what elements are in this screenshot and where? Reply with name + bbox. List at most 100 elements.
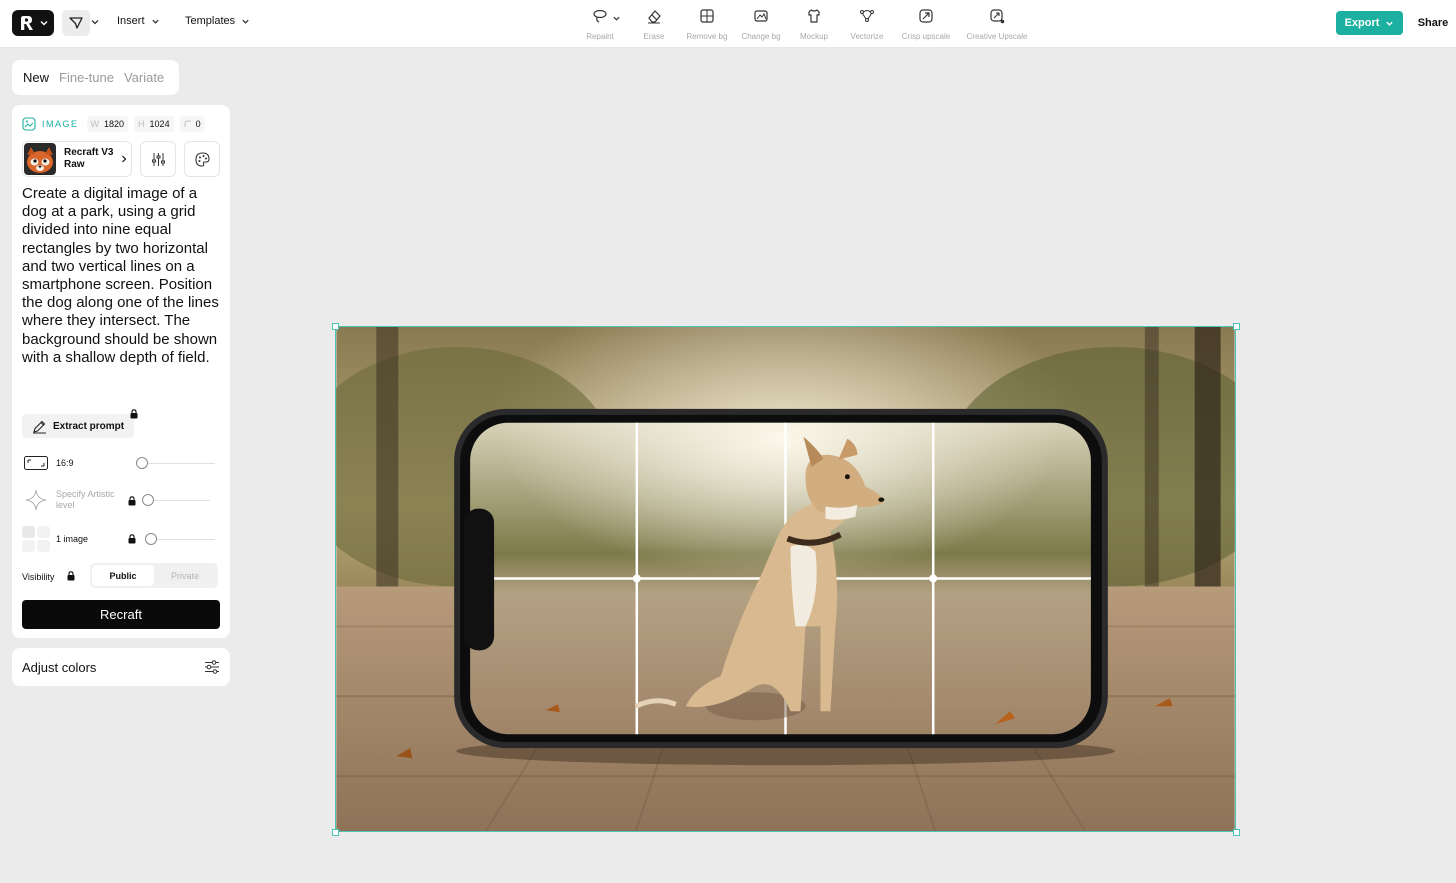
visibility-public-option[interactable]: Public (92, 565, 154, 586)
visibility-private-option[interactable]: Private (154, 565, 216, 586)
upscale-icon (919, 9, 933, 23)
height-value: 1024 (149, 119, 170, 129)
pointer-icon (69, 17, 83, 29)
shirt-icon (808, 9, 820, 23)
extract-prompt-label: Extract prompt (53, 420, 125, 432)
lasso-icon (593, 9, 607, 23)
aspect-ratio-icon (22, 450, 50, 476)
lock-icon (130, 409, 138, 419)
rotation-value: 0 (195, 119, 201, 129)
tab-variate[interactable]: Variate (124, 70, 164, 85)
aspect-ratio-row[interactable]: 16:9 (22, 450, 74, 476)
extract-prompt-button[interactable]: Extract prompt (22, 414, 134, 438)
tool-label: Crisp upscale (901, 32, 951, 41)
pen-icon (33, 420, 46, 433)
image-count-value: 1 image (56, 534, 89, 544)
tab-fine-tune[interactable]: Fine-tune (59, 70, 114, 85)
crisp-upscale-tool[interactable]: Crisp upscale (894, 6, 958, 41)
insert-label: Insert (117, 15, 145, 27)
share-button[interactable]: Share (1410, 11, 1456, 35)
corner-radius-icon (184, 120, 191, 127)
height-field[interactable]: H 1024 (134, 116, 174, 132)
eraser-icon (648, 10, 661, 24)
width-field[interactable]: W 1820 (86, 116, 129, 132)
chevron-down-icon (151, 19, 159, 24)
share-label: Share (1417, 17, 1449, 29)
aspect-ratio-slider-knob[interactable] (136, 457, 148, 469)
image-count-row[interactable]: 1 image (22, 526, 88, 552)
templates-menu[interactable]: Templates (185, 15, 250, 27)
chevron-down-icon (242, 19, 249, 24)
rotation-field[interactable]: 0 (179, 116, 205, 132)
templates-label: Templates (185, 15, 236, 27)
prompt-input[interactable]: Create a digital image of a dog at a par… (22, 185, 220, 367)
recraft-logo-icon (21, 16, 33, 30)
remove-bg-icon (700, 9, 714, 23)
tool-label: Creative Upscale (966, 32, 1028, 41)
adjust-colors-label: Adjust colors (22, 659, 97, 675)
sparkle-icon (22, 487, 50, 513)
export-label: Export (1344, 17, 1380, 29)
adjust-sliders-icon (205, 660, 219, 674)
insert-menu[interactable]: Insert (117, 15, 160, 27)
artistic-level-slider-track[interactable] (148, 500, 210, 501)
image-settings-row: IMAGE W 1820 H 1024 0 (22, 116, 211, 132)
top-toolbar: Insert Templates Repaint Erase Remove bg… (0, 0, 1456, 48)
adjust-colors-section[interactable]: Adjust colors (12, 648, 230, 686)
canvas-generated-image[interactable] (335, 326, 1236, 832)
vector-nodes-icon (860, 10, 874, 22)
height-key: H (138, 119, 145, 129)
image-grid-icon (22, 526, 50, 552)
tool-label: Remove bg (686, 32, 728, 41)
change-bg-icon (754, 10, 768, 22)
lock-icon (128, 496, 136, 506)
resize-handle-bottom-right[interactable] (1233, 829, 1240, 836)
tab-new[interactable]: New (23, 70, 49, 85)
visibility-label: Visibility (22, 572, 55, 582)
chevron-down-icon (1386, 21, 1394, 26)
creative-upscale-tool[interactable]: Creative Upscale (965, 6, 1029, 41)
recraft-label: Recraft (100, 607, 142, 622)
model-thumbnail (24, 143, 56, 175)
chevron-down-icon[interactable] (90, 17, 100, 27)
artistic-level-slider-knob[interactable] (142, 494, 154, 506)
tool-label: Vectorize (850, 32, 884, 41)
palette-icon (194, 151, 210, 167)
lock-icon (128, 534, 136, 544)
tool-label: Repaint (586, 32, 614, 41)
generated-image-dog-phone (336, 327, 1235, 831)
mode-tabs: New Fine-tune Variate (12, 60, 179, 95)
visibility-toggle: Public Private (90, 563, 218, 588)
tool-label: Change bg (741, 32, 781, 41)
chevron-down-icon (40, 21, 48, 26)
tool-label: Mockup (799, 32, 828, 41)
recraft-button[interactable]: Recraft (22, 600, 220, 629)
select-tool-button[interactable] (62, 10, 90, 36)
vectorize-tool[interactable]: Vectorize (835, 6, 899, 41)
creative-upscale-icon (990, 9, 1005, 24)
model-selector[interactable]: Recraft V3 Raw (22, 141, 132, 177)
tool-label: Erase (643, 32, 665, 41)
width-value: 1820 (104, 119, 125, 129)
aspect-ratio-slider-track[interactable] (143, 463, 215, 464)
resize-handle-top-left[interactable] (332, 323, 339, 330)
model-name: Recraft V3 Raw (64, 147, 114, 170)
chevron-right-icon (122, 155, 127, 163)
artistic-level-row[interactable]: Specify Artistic level (22, 487, 116, 513)
style-settings-button[interactable] (140, 141, 176, 177)
export-button[interactable]: Export (1336, 11, 1403, 35)
chevron-down-icon[interactable] (612, 14, 621, 23)
app-menu-button[interactable] (12, 10, 54, 36)
color-palette-button[interactable] (184, 141, 220, 177)
image-type-label: IMAGE (42, 119, 79, 129)
sliders-icon (151, 152, 165, 166)
image-count-slider-knob[interactable] (145, 533, 157, 545)
image-icon (22, 117, 36, 131)
resize-handle-top-right[interactable] (1233, 323, 1240, 330)
width-key: W (90, 119, 100, 129)
lock-icon (67, 571, 75, 581)
image-count-slider-track[interactable] (151, 539, 215, 540)
resize-handle-bottom-left[interactable] (332, 829, 339, 836)
artistic-level-label: Specify Artistic level (56, 489, 115, 510)
aspect-ratio-value: 16:9 (56, 458, 74, 468)
